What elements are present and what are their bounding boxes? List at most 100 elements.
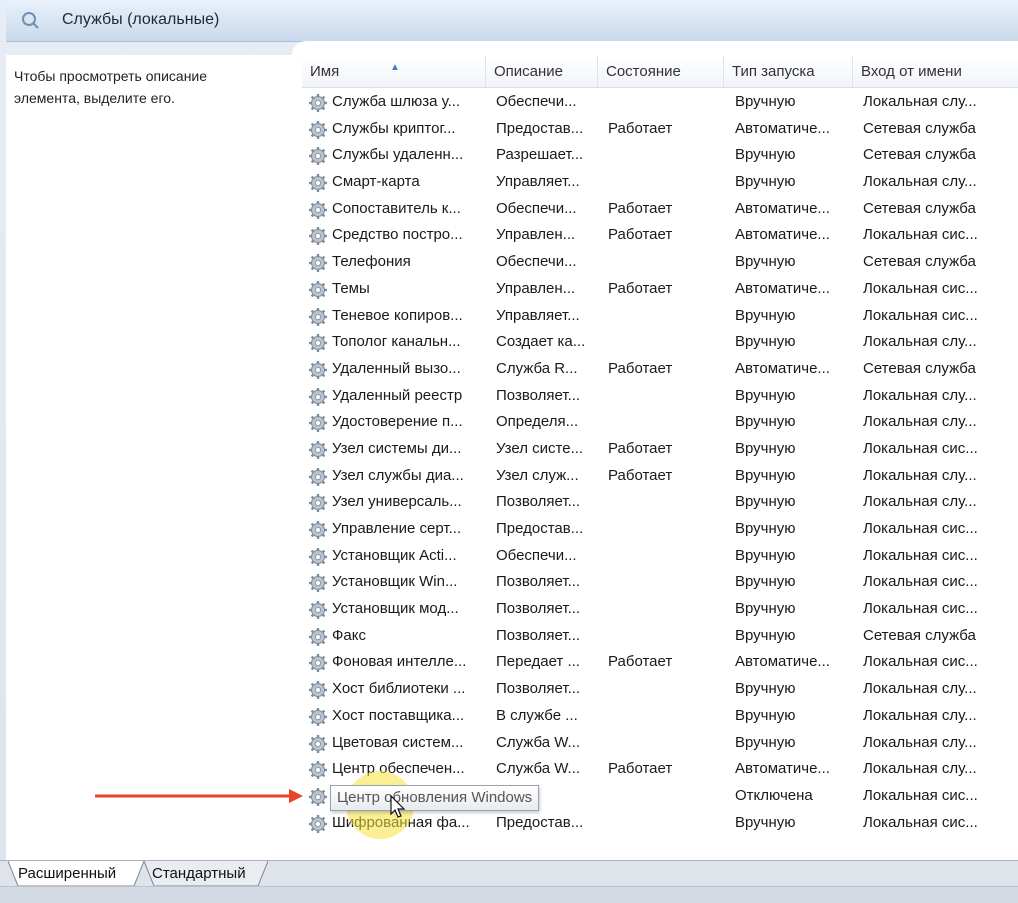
- description-pane: Чтобы просмотреть описание элемента, выд…: [6, 55, 292, 860]
- service-status: [608, 676, 718, 703]
- service-gear-icon: [309, 360, 327, 379]
- service-log-on-as: Локальная слу...: [863, 680, 977, 698]
- service-name: Центр обеспечен...: [332, 760, 465, 778]
- services-list: Служба шлюза у... Обеспечи... Вручную Локал…: [302, 89, 1018, 836]
- service-status: Работает: [608, 226, 673, 244]
- service-row[interactable]: Хост библиотеки ... Позволяет... Вручную Ло…: [302, 676, 1018, 703]
- service-log-on-as: Локальная слу...: [863, 493, 977, 511]
- service-row[interactable]: Службы криптог... Предостав... Работает Авт…: [302, 116, 1018, 143]
- service-status: Работает: [608, 119, 673, 137]
- service-row[interactable]: Узел универсаль... Позволяет... Вручную Лок…: [302, 489, 1018, 516]
- service-row[interactable]: Узел системы ди... Узел систе... Работает В…: [302, 436, 1018, 463]
- service-startup-type: Вручную: [735, 93, 796, 110]
- service-gear-icon: [309, 627, 327, 646]
- service-status: [608, 783, 718, 810]
- service-gear-icon: [309, 147, 327, 166]
- service-status: [608, 703, 718, 730]
- service-log-on-as: Локальная сис...: [863, 226, 978, 244]
- service-row[interactable]: Управление серт... Предостав... Вручную Лок…: [302, 516, 1018, 543]
- service-startup-type: Вручную: [735, 466, 796, 484]
- service-status: [608, 516, 718, 543]
- service-log-on-as: Локальная слу...: [863, 733, 977, 751]
- service-name: Теневое копиров...: [332, 306, 463, 324]
- service-name: Удаленный вызо...: [332, 359, 461, 377]
- service-description: В службе ...: [496, 706, 578, 724]
- window-title: Службы (локальные): [62, 11, 220, 28]
- service-description: Предостав...: [496, 119, 584, 137]
- service-name: Установщик Win...: [332, 573, 458, 591]
- service-row[interactable]: Цветовая систем... Служба W... Вручную Лока…: [302, 730, 1018, 757]
- service-row[interactable]: Темы Управлен... Работает Автоматиче... Лока…: [302, 276, 1018, 303]
- service-status: Работает: [608, 466, 673, 484]
- service-row[interactable]: Служба шлюза у... Обеспечи... Вручную Локал…: [302, 89, 1018, 116]
- service-log-on-as: Локальная слу...: [863, 386, 977, 404]
- service-status: [608, 142, 718, 169]
- service-startup-type: Вручную: [735, 573, 796, 591]
- table-header: Имя ▲ Описание Состояние Тип запуска Вхо…: [302, 56, 1018, 88]
- tab-standard-label: Стандартный: [152, 865, 246, 882]
- service-row[interactable]: Установщик Win... Позволяет... Вручную Лока…: [302, 569, 1018, 596]
- service-log-on-as: Локальная сис...: [863, 573, 978, 591]
- service-gear-icon: [309, 334, 327, 353]
- service-row[interactable]: Службы удаленн... Разрешает... Вручную Сете…: [302, 142, 1018, 169]
- service-startup-type: Вручную: [735, 173, 796, 191]
- service-name: Удаленный реестр: [332, 386, 463, 404]
- column-header-status[interactable]: Состояние: [598, 56, 724, 87]
- service-status: Работает: [608, 279, 673, 297]
- service-row[interactable]: Факс Позволяет... Вручную Сетевая служба: [302, 623, 1018, 650]
- sort-ascending-icon: ▲: [390, 62, 400, 73]
- service-row[interactable]: Сопоставитель к... Обеспечи... Работает Авт…: [302, 196, 1018, 223]
- service-description: Позволяет...: [496, 386, 581, 404]
- service-description: Узел служ...: [496, 466, 579, 484]
- service-status: [608, 249, 718, 276]
- tab-standard[interactable]: Стандартный: [144, 861, 268, 887]
- title-bar: Службы (локальные): [6, 0, 1018, 42]
- tab-extended[interactable]: Расширенный: [8, 861, 144, 887]
- service-row[interactable]: Тополог канальн... Создает ка... Вручную Ло…: [302, 329, 1018, 356]
- service-row[interactable]: Установщик Acti... Обеспечи... Вручную Лока…: [302, 543, 1018, 570]
- service-status: [608, 489, 718, 516]
- service-row[interactable]: Центр обеспечен... Служба W... Работает Авт…: [302, 756, 1018, 783]
- service-startup-type: Автоматиче...: [735, 653, 830, 671]
- column-header-name[interactable]: Имя ▲: [302, 56, 486, 87]
- column-header-log-on-as[interactable]: Вход от имени: [853, 56, 1018, 87]
- service-row[interactable]: Удаленный вызо... Служба R... Работает Авто…: [302, 356, 1018, 383]
- service-status: [608, 329, 718, 356]
- service-startup-type: Автоматиче...: [735, 199, 830, 217]
- service-gear-icon: [309, 654, 327, 673]
- description-hint: Чтобы просмотреть описание элемента, выд…: [14, 68, 208, 106]
- service-row[interactable]: Удаленный реестр Позволяет... Вручную Локал…: [302, 383, 1018, 410]
- service-description: Узел систе...: [496, 439, 584, 457]
- service-startup-type: Вручную: [735, 520, 796, 537]
- column-header-description[interactable]: Описание: [486, 56, 598, 87]
- service-log-on-as: Локальная слу...: [863, 413, 977, 431]
- service-row[interactable]: Смарт-карта Управляет... Вручную Локальная …: [302, 169, 1018, 196]
- service-status: [608, 303, 718, 330]
- service-row[interactable]: Средство постро... Управлен... Работает Авт…: [302, 222, 1018, 249]
- service-name: Служба шлюза у...: [332, 93, 461, 110]
- service-gear-icon: [309, 94, 327, 112]
- column-header-log-on-as-label: Вход от имени: [861, 63, 962, 80]
- service-gear-icon: [309, 254, 327, 273]
- service-name: Телефония: [332, 253, 411, 271]
- service-row[interactable]: Узел службы диа... Узел служ... Работает Вр…: [302, 463, 1018, 490]
- service-log-on-as: Локальная сис...: [863, 600, 978, 618]
- services-list-pane[interactable]: Имя ▲ Описание Состояние Тип запуска Вхо…: [292, 41, 1018, 860]
- service-row[interactable]: Хост поставщика... В службе ... Вручную Лок…: [302, 703, 1018, 730]
- service-gear-icon: [309, 307, 327, 326]
- service-startup-type: Автоматиче...: [735, 226, 830, 244]
- service-startup-type: Отключена: [735, 786, 813, 804]
- service-row[interactable]: Теневое копиров... Управляет... Вручную Лок…: [302, 303, 1018, 330]
- column-header-startup-type[interactable]: Тип запуска: [724, 56, 853, 87]
- service-startup-type: Вручную: [735, 413, 796, 431]
- service-row[interactable]: Фоновая интелле... Передает ... Работает Ав…: [302, 649, 1018, 676]
- service-startup-type: Вручную: [735, 493, 796, 511]
- service-description: Позволяет...: [496, 573, 581, 591]
- service-log-on-as: Сетевая служба: [863, 253, 976, 271]
- column-header-description-label: Описание: [494, 63, 564, 80]
- service-name: Смарт-карта: [332, 173, 420, 191]
- service-row[interactable]: Установщик мод... Позволяет... Вручную Лока…: [302, 596, 1018, 623]
- service-row[interactable]: Телефония Обеспечи... Вручную Сетевая служб…: [302, 249, 1018, 276]
- service-gear-icon: [309, 467, 327, 486]
- service-row[interactable]: Удостоверение п... Определя... Вручную Лока…: [302, 409, 1018, 436]
